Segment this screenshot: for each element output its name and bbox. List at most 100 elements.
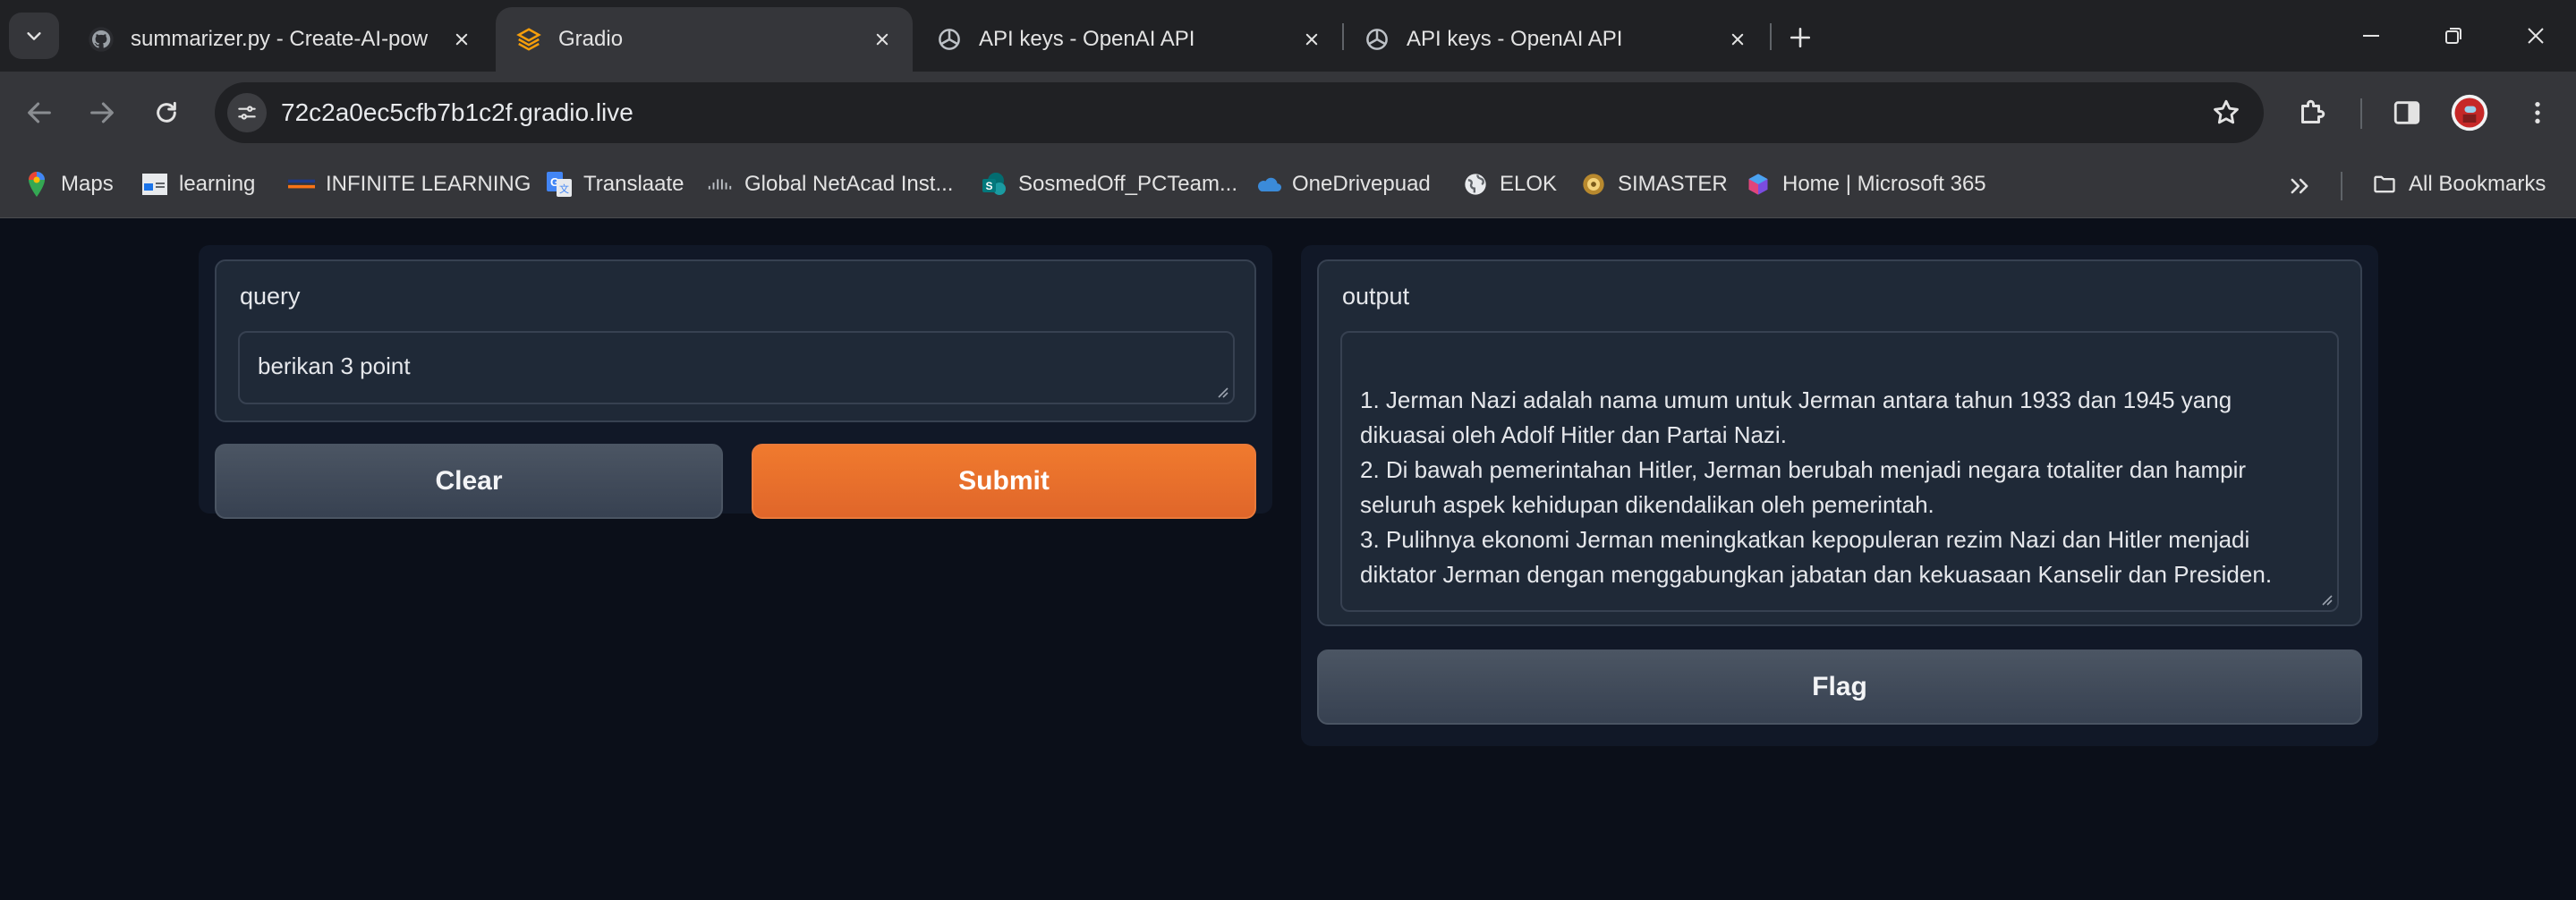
bookmark-global-netacad[interactable]: Global NetAcad Inst... <box>707 166 953 202</box>
bookmark-elok[interactable]: ELOK <box>1462 166 1557 202</box>
bookmark-label: INFINITE LEARNING <box>326 172 531 196</box>
output-panel: output 1. Jerman Nazi adalah nama umum u… <box>1301 245 2378 746</box>
bookmark-label: ELOK <box>1500 172 1558 196</box>
arrow-right-icon <box>90 102 114 123</box>
double-chevron-right-icon <box>2291 178 2308 194</box>
window-close-button[interactable] <box>2509 18 2563 54</box>
bookmark-simaster[interactable]: SIMASTER <box>1580 166 1728 202</box>
infinite-learning-icon <box>288 171 315 198</box>
microsoft365-icon <box>1745 171 1772 198</box>
output-label: output <box>1342 283 1410 310</box>
openai-icon <box>939 29 960 50</box>
menu-button[interactable] <box>2516 91 2559 134</box>
bookmarks-divider <box>2341 172 2342 200</box>
reload-button[interactable] <box>145 91 188 134</box>
chevron-down-icon <box>27 32 41 40</box>
bookmark-translate[interactable]: G文 Translaate <box>546 166 684 202</box>
learning-icon <box>141 171 168 198</box>
bookmark-label: Home | Microsoft 365 <box>1782 172 1986 196</box>
bookmark-label: Translaate <box>583 172 684 196</box>
output-line: 2. Di bawah pemerintahan Hitler, Jerman … <box>1360 456 2247 483</box>
close-icon <box>2528 28 2544 44</box>
side-panel-icon <box>2393 101 2420 124</box>
output-line: dikuasai oleh Adolf Hitler dan Partai Na… <box>1360 421 1787 448</box>
minimize-button[interactable] <box>2344 18 2398 54</box>
tab-gradio[interactable]: Gradio <box>496 7 913 72</box>
sharepoint-icon: S <box>981 171 1007 198</box>
translate-icon: G文 <box>546 171 573 198</box>
extensions-button[interactable] <box>2291 91 2334 134</box>
globe-icon <box>1462 171 1489 198</box>
clear-button[interactable]: Clear <box>215 444 723 519</box>
forward-button[interactable] <box>81 91 123 134</box>
avatar-icon <box>2451 94 2488 132</box>
all-bookmarks-button[interactable]: All Bookmarks <box>2371 166 2546 202</box>
github-icon <box>89 27 114 52</box>
plus-icon <box>1790 27 1811 48</box>
tab-title: API keys - OpenAI API <box>1407 27 1623 51</box>
arrow-left-icon <box>28 102 51 123</box>
gradio-app: query berikan 3 point Clear Submit outpu… <box>0 218 2576 900</box>
tab-summarizer[interactable]: summarizer.py - Create-AI-pow <box>68 7 492 72</box>
submit-button-label: Submit <box>958 466 1050 496</box>
tab-title: Gradio <box>558 27 624 51</box>
close-icon[interactable] <box>451 29 472 50</box>
svg-text:文: 文 <box>559 183 569 195</box>
bookmark-infinite-learning[interactable]: INFINITE LEARNING <box>288 166 531 202</box>
tab-title: summarizer.py - Create-AI-pow <box>131 27 429 51</box>
side-panel-button[interactable] <box>2385 91 2428 134</box>
bookmark-label: Maps <box>61 172 114 196</box>
output-line: 1. Jerman Nazi adalah nama umum untuk Je… <box>1360 386 2232 413</box>
bookmarks-overflow-button[interactable] <box>2282 168 2317 204</box>
simaster-icon <box>1580 171 1607 198</box>
bookmark-label: SIMASTER <box>1618 172 1728 196</box>
output-textarea[interactable]: 1. Jerman Nazi adalah nama umum untuk Je… <box>1340 331 2339 612</box>
tab-openai-api-keys[interactable]: API keys - OpenAI API <box>916 7 1342 72</box>
bookmark-microsoft365[interactable]: Home | Microsoft 365 <box>1745 166 1986 202</box>
query-block: query berikan 3 point <box>215 259 1256 422</box>
back-button[interactable] <box>18 91 61 134</box>
bookmark-learning[interactable]: learning <box>141 166 255 202</box>
address-bar[interactable]: 72c2a0ec5cfb7b1c2f.gradio.live <box>215 82 2264 143</box>
minimize-icon <box>2363 35 2379 37</box>
bookmark-label: Global NetAcad Inst... <box>744 172 954 196</box>
tab-separator <box>1770 23 1772 50</box>
output-line: seluruh aspek kehidupan dikendalikan ole… <box>1360 491 1934 518</box>
url-text[interactable]: 72c2a0ec5cfb7b1c2f.gradio.live <box>281 82 633 143</box>
bookmarks-bar: Maps learning INFINITE LEARNING G文 Trans… <box>0 154 2576 218</box>
onedrive-icon <box>1254 171 1281 198</box>
close-icon[interactable] <box>1301 29 1322 50</box>
clear-button-label: Clear <box>435 466 503 496</box>
bookmark-sosmedoff[interactable]: S SosmedOff_PCTeam... <box>981 166 1237 202</box>
bookmark-label: OneDrivepuad <box>1292 172 1431 196</box>
close-icon[interactable] <box>871 29 893 50</box>
site-info-button[interactable] <box>227 93 267 132</box>
openai-icon <box>1366 29 1388 50</box>
flag-button-label: Flag <box>1812 672 1867 701</box>
flag-button[interactable]: Flag <box>1317 650 2362 725</box>
new-tab-button[interactable] <box>1782 20 1818 55</box>
submit-button[interactable]: Submit <box>752 444 1256 519</box>
cisco-icon <box>707 171 734 198</box>
bookmark-label: SosmedOff_PCTeam... <box>1018 172 1237 196</box>
gradio-icon <box>516 28 541 51</box>
resize-grip-icon[interactable] <box>1215 385 1229 399</box>
profile-avatar[interactable] <box>2448 91 2491 134</box>
tab-title: API keys - OpenAI API <box>979 27 1195 51</box>
restore-icon <box>2445 28 2461 44</box>
restore-button[interactable] <box>2427 18 2480 54</box>
browser-chrome: summarizer.py - Create-AI-pow Gradio API… <box>0 0 2576 218</box>
star-icon <box>2214 99 2239 124</box>
bookmark-star-button[interactable] <box>2208 95 2244 131</box>
bookmark-maps[interactable]: Maps <box>23 166 114 202</box>
more-vert-icon <box>2535 102 2540 123</box>
tune-icon <box>238 106 256 120</box>
bookmark-onedrive[interactable]: OneDrivepuad <box>1254 166 1431 202</box>
bookmark-label: learning <box>179 172 256 196</box>
resize-grip-icon[interactable] <box>2319 592 2334 607</box>
tab-openai-api-keys-2[interactable]: API keys - OpenAI API <box>1344 7 1768 72</box>
tab-search-button[interactable] <box>9 13 59 59</box>
close-icon[interactable] <box>1727 29 1748 50</box>
output-block: output 1. Jerman Nazi adalah nama umum u… <box>1317 259 2362 626</box>
query-textarea[interactable]: berikan 3 point <box>238 331 1235 404</box>
